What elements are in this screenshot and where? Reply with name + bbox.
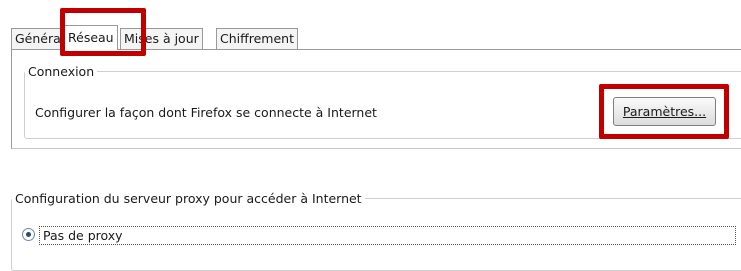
no-proxy-label[interactable]: Pas de proxy [39,226,736,245]
tab-updates[interactable]: Mises à jour [120,28,203,49]
tab-encryption-label: Chiffrement [220,31,294,46]
proxy-legend: Configuration du serveur proxy pour accé… [15,191,362,206]
connection-legend: Connexion [28,64,95,79]
tab-network[interactable]: Réseau [64,25,118,50]
tab-encryption[interactable]: Chiffrement [216,28,298,49]
tab-general[interactable]: Général [11,28,69,49]
tab-network-label: Réseau [68,30,114,45]
settings-button[interactable]: Paramètres... [613,97,716,126]
connection-description: Configurer la façon dont Firefox se conn… [35,105,377,120]
settings-button-label: Paramètres... [622,104,707,119]
no-proxy-radio[interactable] [22,228,35,241]
radio-selected-dot [26,232,31,237]
tab-general-label: Général [15,31,65,46]
tab-updates-label: Mises à jour [124,31,199,46]
